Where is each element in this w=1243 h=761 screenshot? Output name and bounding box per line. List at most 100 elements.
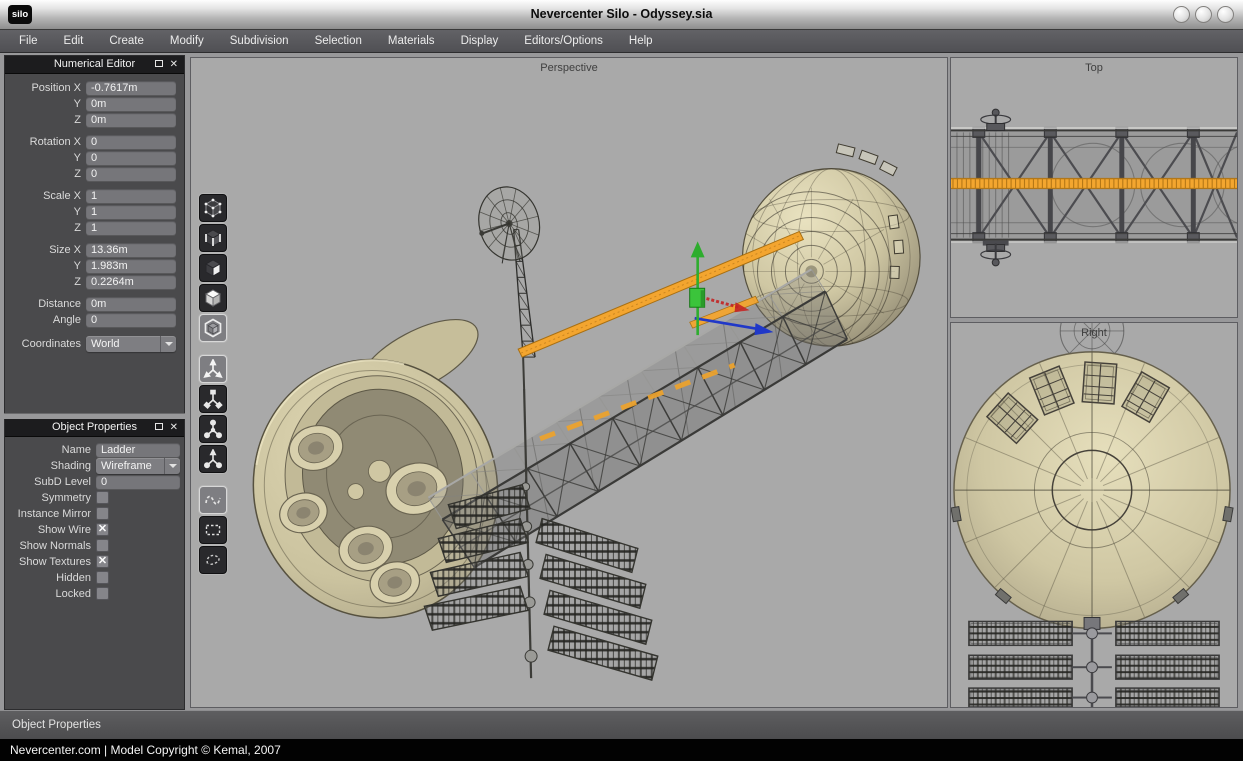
- rotate-tool-button[interactable]: [199, 385, 227, 413]
- numeric-row: Z0: [5, 167, 184, 181]
- label-angle: Angle: [5, 314, 81, 326]
- translate-gizmo[interactable]: [690, 241, 774, 335]
- scale-tool-button[interactable]: [199, 415, 227, 443]
- name-input[interactable]: Ladder: [96, 443, 180, 457]
- label-hidden: Hidden: [5, 572, 91, 584]
- selected-ladder-object[interactable]: [518, 231, 803, 438]
- label-show-wire: Show Wire: [5, 524, 91, 536]
- object-select-mode-button[interactable]: [199, 284, 227, 312]
- label-name: Name: [5, 444, 91, 456]
- coordinates-dropdown[interactable]: World: [86, 336, 176, 352]
- scale-x-input[interactable]: 1: [86, 189, 176, 203]
- z-input[interactable]: 0: [86, 167, 176, 181]
- lasso-select-button[interactable]: [199, 546, 227, 574]
- move-tool-button[interactable]: [199, 355, 227, 383]
- numeric-row: Z0.2264m: [5, 275, 184, 289]
- show-normals-checkbox[interactable]: [96, 539, 109, 552]
- rotation-x-input[interactable]: 0: [86, 135, 176, 149]
- vertex-select-mode-button[interactable]: [199, 194, 227, 222]
- menu-file[interactable]: File: [6, 30, 51, 52]
- face-select-mode-button[interactable]: [199, 254, 227, 282]
- title-bar[interactable]: silo Nevercenter Silo - Odyssey.sia: [0, 0, 1243, 30]
- z-input[interactable]: 1: [86, 221, 176, 235]
- viewport-label-perspective: Perspective: [191, 62, 947, 74]
- label-coordinates: Coordinates: [5, 338, 81, 350]
- sphere-wireframe: [728, 169, 911, 355]
- perspective-viewport[interactable]: Perspective: [190, 57, 948, 708]
- y-input[interactable]: 1.983m: [86, 259, 176, 273]
- size-x-input[interactable]: 13.36m: [86, 243, 176, 257]
- close-icon[interactable]: ✕: [170, 56, 178, 73]
- menu-modify[interactable]: Modify: [157, 30, 217, 52]
- hidden-checkbox[interactable]: [96, 571, 109, 584]
- perspective-scene-svg: [191, 58, 947, 707]
- menu-display[interactable]: Display: [448, 30, 512, 52]
- object-properties-titlebar[interactable]: Object Properties ✕: [5, 419, 184, 437]
- close-icon[interactable]: ✕: [170, 419, 178, 436]
- show-wire-checkbox[interactable]: ✕: [96, 523, 109, 536]
- rectangle-select-button[interactable]: [199, 516, 227, 544]
- numerical-editor-titlebar[interactable]: Numerical Editor ✕: [5, 56, 184, 74]
- menu-create[interactable]: Create: [96, 30, 157, 52]
- show-textures-checkbox[interactable]: ✕: [96, 555, 109, 568]
- label-shading: Shading: [5, 460, 91, 472]
- detach-icon[interactable]: [155, 423, 163, 430]
- minimize-button[interactable]: [1173, 6, 1190, 23]
- label-locked: Locked: [5, 588, 91, 600]
- position-x-input[interactable]: -0.7617m: [86, 81, 176, 95]
- panel-title-text: Numerical Editor: [54, 58, 135, 70]
- universal-manipulator-button[interactable]: [199, 445, 227, 473]
- menu-subdivision[interactable]: Subdivision: [217, 30, 302, 52]
- menu-help[interactable]: Help: [616, 30, 666, 52]
- y-input[interactable]: 1: [86, 205, 176, 219]
- edge-select-mode-button[interactable]: [199, 224, 227, 252]
- top-scene-svg: [951, 58, 1237, 317]
- numerical-editor-rows: Position X-0.7617mY0mZ0mRotation X0Y0Z0S…: [5, 74, 184, 352]
- locked-checkbox[interactable]: [96, 587, 109, 600]
- object-select-mode-icon: [203, 288, 223, 308]
- instance-mirror-checkbox[interactable]: [96, 507, 109, 520]
- angle-input[interactable]: 0: [86, 313, 176, 327]
- gizmo-z-axis[interactable]: [695, 318, 760, 329]
- label-rotation-x: Rotation X: [5, 136, 81, 148]
- window-controls: [1173, 6, 1234, 23]
- numeric-row: Y1: [5, 205, 184, 219]
- tweak-selection-button[interactable]: [199, 486, 227, 514]
- numeric-row: Size X 13.36m: [5, 243, 184, 257]
- right-viewport[interactable]: Right: [950, 322, 1238, 708]
- subd-level-input[interactable]: 0: [96, 475, 180, 489]
- property-row: Symmetry: [5, 490, 184, 505]
- face-select-mode-icon: [203, 258, 223, 278]
- multiselect-mode-icon: [203, 318, 223, 338]
- top-viewport[interactable]: Top: [950, 57, 1238, 318]
- right-scene-svg: [951, 323, 1237, 707]
- antenna-tower: [502, 223, 537, 678]
- close-button[interactable]: [1217, 6, 1234, 23]
- z-input[interactable]: 0.2264m: [86, 275, 176, 289]
- shading-dropdown[interactable]: Wireframe: [96, 458, 180, 474]
- detach-icon[interactable]: [155, 60, 163, 67]
- menu-materials[interactable]: Materials: [375, 30, 448, 52]
- status-text: Object Properties: [12, 719, 101, 731]
- label-size-x: Size X: [5, 244, 81, 256]
- tweak-selection-icon: [203, 490, 223, 510]
- multiselect-mode-button[interactable]: [199, 314, 227, 342]
- property-row: Show Normals: [5, 538, 184, 553]
- label-y: Y: [5, 98, 81, 110]
- z-input[interactable]: 0m: [86, 113, 176, 127]
- numerical-editor-panel: Numerical Editor ✕ Position X-0.7617mY0m…: [5, 56, 184, 352]
- label-distance: Distance: [5, 298, 81, 310]
- menu-edit[interactable]: Edit: [51, 30, 97, 52]
- menu-selection[interactable]: Selection: [302, 30, 375, 52]
- y-input[interactable]: 0m: [86, 97, 176, 111]
- y-input[interactable]: 0: [86, 151, 176, 165]
- label-z: Z: [5, 114, 81, 126]
- check-mark-icon: ✕: [98, 556, 107, 566]
- numeric-row: Y0: [5, 151, 184, 165]
- maximize-button[interactable]: [1195, 6, 1212, 23]
- symmetry-checkbox[interactable]: [96, 491, 109, 504]
- command-sphere: [743, 169, 921, 346]
- distance-input[interactable]: 0m: [86, 297, 176, 311]
- gizmo-x-axis[interactable]: [702, 297, 739, 307]
- menu-editors-options[interactable]: Editors/Options: [511, 30, 616, 52]
